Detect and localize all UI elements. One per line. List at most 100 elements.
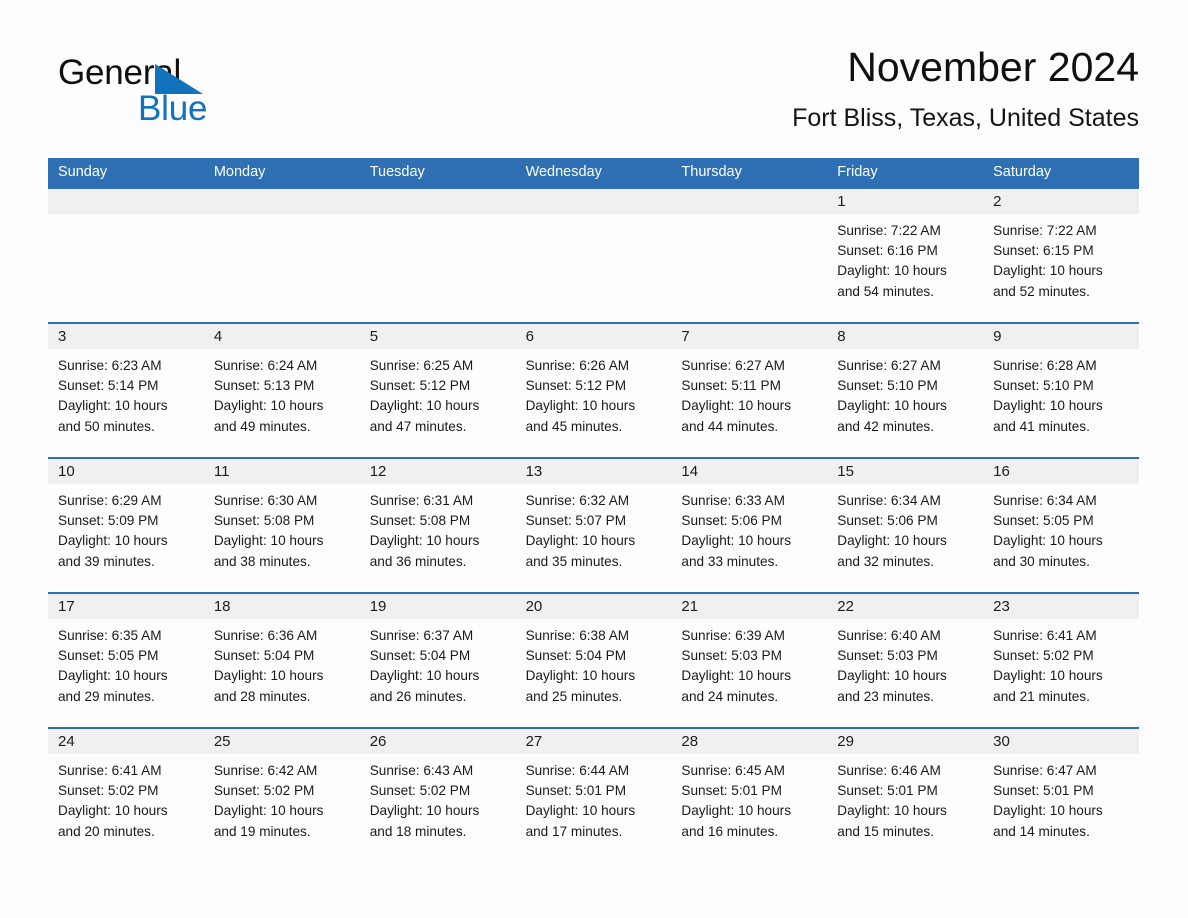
day-number: 13 xyxy=(515,459,672,484)
day-number: 23 xyxy=(983,594,1139,619)
day-number: 3 xyxy=(48,324,204,349)
day-number xyxy=(515,189,672,214)
day-cell[interactable]: 4 Sunrise: 6:24 AM Sunset: 5:13 PM Daylight… xyxy=(203,324,360,457)
sunset-text: Sunset: 5:02 PM xyxy=(213,783,315,799)
daylight-text-line1: Daylight: 10 hours xyxy=(213,803,324,819)
masthead: General Blue November 2024 Fort Bliss, T… xyxy=(48,40,1139,148)
day-cell[interactable]: 12 Sunrise: 6:31 AM Sunset: 5:08 PM Dayligh… xyxy=(359,459,516,592)
sunset-text: Sunset: 5:04 PM xyxy=(213,648,315,664)
daylight-text-line1: Daylight: 10 hours xyxy=(837,533,947,549)
daylight-text-line1: Daylight: 10 hours xyxy=(837,803,947,819)
day-cell[interactable]: 27 Sunrise: 6:44 AM Sunset: 5:01 PM Dayligh… xyxy=(515,729,672,862)
sunrise-text: Sunrise: 6:46 AM xyxy=(837,763,941,778)
daylight-text-line1: Daylight: 10 hours xyxy=(58,398,168,414)
sunrise-text: Sunrise: 6:34 AM xyxy=(837,493,941,508)
day-cell[interactable]: 23 Sunrise: 6:41 AM Sunset: 5:02 PM Dayligh… xyxy=(983,594,1139,727)
day-details: Sunrise: 6:40 AM Sunset: 5:03 PM Daylight:… xyxy=(827,619,983,707)
daylight-text-line2: and 18 minutes. xyxy=(369,823,467,839)
day-cell[interactable] xyxy=(48,189,204,322)
week-row: 3 Sunrise: 6:23 AM Sunset: 5:14 PM Daylight… xyxy=(48,322,1139,457)
day-cell[interactable]: 18 Sunrise: 6:36 AM Sunset: 5:04 PM Dayligh… xyxy=(203,594,360,727)
day-details: Sunrise: 6:45 AM Sunset: 5:01 PM Daylight:… xyxy=(671,754,827,842)
daylight-text-line2: and 16 minutes. xyxy=(681,823,779,839)
day-cell[interactable]: 16 Sunrise: 6:34 AM Sunset: 5:05 PM Dayligh… xyxy=(983,459,1139,592)
weekday-header-wednesday: Wednesday xyxy=(525,164,602,180)
day-cell[interactable]: 13 Sunrise: 6:32 AM Sunset: 5:07 PM Dayligh… xyxy=(515,459,672,592)
day-cell[interactable]: 22 Sunrise: 6:40 AM Sunset: 5:03 PM Dayligh… xyxy=(827,594,984,727)
day-details: Sunrise: 6:25 AM Sunset: 5:12 PM Daylight:… xyxy=(360,349,516,437)
day-cell[interactable] xyxy=(359,189,516,322)
week-row: 10 Sunrise: 6:29 AM Sunset: 5:09 PM Dayligh… xyxy=(48,457,1139,592)
day-cell[interactable]: 21 Sunrise: 6:39 AM Sunset: 5:03 PM Dayligh… xyxy=(671,594,828,727)
day-cell[interactable]: 28 Sunrise: 6:45 AM Sunset: 5:01 PM Dayligh… xyxy=(671,729,828,862)
daylight-text-line2: and 28 minutes. xyxy=(213,688,311,704)
daylight-text-line1: Daylight: 10 hours xyxy=(681,398,791,414)
sunrise-text: Sunrise: 6:25 AM xyxy=(369,358,474,373)
day-details xyxy=(516,214,672,221)
day-cell[interactable]: 29 Sunrise: 6:46 AM Sunset: 5:01 PM Dayligh… xyxy=(827,729,984,862)
sunrise-text: Sunrise: 6:44 AM xyxy=(525,763,630,778)
day-details xyxy=(204,214,360,221)
daylight-text-line2: and 49 minutes. xyxy=(213,418,311,434)
sunrise-text: Sunrise: 6:43 AM xyxy=(369,763,474,778)
daylight-text-line2: and 30 minutes. xyxy=(993,553,1090,569)
day-cell[interactable] xyxy=(515,189,672,322)
day-cell[interactable]: 17 Sunrise: 6:35 AM Sunset: 5:05 PM Dayligh… xyxy=(48,594,204,727)
day-cell[interactable]: 14 Sunrise: 6:33 AM Sunset: 5:06 PM Dayligh… xyxy=(671,459,828,592)
day-details: Sunrise: 6:27 AM Sunset: 5:11 PM Daylight:… xyxy=(671,349,827,437)
sunset-text: Sunset: 5:11 PM xyxy=(681,378,781,394)
page-title: November 2024 xyxy=(847,44,1139,90)
day-number: 8 xyxy=(827,324,984,349)
day-details: Sunrise: 6:35 AM Sunset: 5:05 PM Daylight:… xyxy=(48,619,204,707)
day-cell[interactable]: 8 Sunrise: 6:27 AM Sunset: 5:10 PM Daylight… xyxy=(827,324,984,457)
sunset-text: Sunset: 5:04 PM xyxy=(369,648,471,664)
day-number: 17 xyxy=(48,594,204,619)
day-number: 24 xyxy=(48,729,204,754)
sunset-text: Sunset: 5:01 PM xyxy=(525,783,627,799)
day-cell[interactable] xyxy=(671,189,828,322)
day-cell[interactable]: 11 Sunrise: 6:30 AM Sunset: 5:08 PM Dayligh… xyxy=(203,459,360,592)
day-cell[interactable]: 19 Sunrise: 6:37 AM Sunset: 5:04 PM Dayligh… xyxy=(359,594,516,727)
day-cell[interactable]: 5 Sunrise: 6:25 AM Sunset: 5:12 PM Daylight… xyxy=(359,324,516,457)
day-details: Sunrise: 7:22 AM Sunset: 6:16 PM Daylight:… xyxy=(827,214,983,302)
daylight-text-line2: and 24 minutes. xyxy=(681,688,779,704)
daylight-text-line2: and 54 minutes. xyxy=(837,283,935,299)
daylight-text-line2: and 14 minutes. xyxy=(993,823,1090,839)
day-cell[interactable]: 3 Sunrise: 6:23 AM Sunset: 5:14 PM Daylight… xyxy=(48,324,204,457)
sunrise-text: Sunrise: 6:30 AM xyxy=(213,493,318,508)
day-details: Sunrise: 6:44 AM Sunset: 5:01 PM Daylight:… xyxy=(516,754,672,842)
day-details: Sunrise: 6:31 AM Sunset: 5:08 PM Daylight:… xyxy=(360,484,516,572)
day-cell[interactable]: 9 Sunrise: 6:28 AM Sunset: 5:10 PM Daylight… xyxy=(983,324,1139,457)
day-cell[interactable]: 24 Sunrise: 6:41 AM Sunset: 5:02 PM Dayligh… xyxy=(48,729,204,862)
day-details: Sunrise: 6:28 AM Sunset: 5:10 PM Daylight:… xyxy=(983,349,1139,437)
sunset-text: Sunset: 5:07 PM xyxy=(525,513,627,529)
daylight-text-line1: Daylight: 10 hours xyxy=(369,668,480,684)
sunset-text: Sunset: 5:10 PM xyxy=(837,378,938,394)
sunrise-text: Sunrise: 6:47 AM xyxy=(993,763,1097,778)
sunrise-text: Sunrise: 6:27 AM xyxy=(837,358,941,373)
sunrise-text: Sunrise: 7:22 AM xyxy=(993,223,1097,238)
day-cell[interactable]: 15 Sunrise: 6:34 AM Sunset: 5:06 PM Dayligh… xyxy=(827,459,984,592)
daylight-text-line2: and 15 minutes. xyxy=(837,823,935,839)
day-cell[interactable]: 6 Sunrise: 6:26 AM Sunset: 5:12 PM Daylight… xyxy=(515,324,672,457)
sunrise-text: Sunrise: 6:36 AM xyxy=(213,628,318,643)
day-cell[interactable]: 20 Sunrise: 6:38 AM Sunset: 5:04 PM Dayligh… xyxy=(515,594,672,727)
daylight-text-line1: Daylight: 10 hours xyxy=(837,263,947,279)
sunset-text: Sunset: 5:02 PM xyxy=(58,783,159,799)
day-details: Sunrise: 6:42 AM Sunset: 5:02 PM Daylight:… xyxy=(204,754,360,842)
day-number: 19 xyxy=(359,594,516,619)
day-cell[interactable]: 1 Sunrise: 7:22 AM Sunset: 6:16 PM Daylight… xyxy=(827,189,984,322)
brand-logo[interactable]: General Blue xyxy=(58,54,258,132)
day-cell[interactable]: 2 Sunrise: 7:22 AM Sunset: 6:15 PM Daylight… xyxy=(983,189,1139,322)
daylight-text-line1: Daylight: 10 hours xyxy=(525,668,636,684)
daylight-text-line1: Daylight: 10 hours xyxy=(369,533,480,549)
weekday-header-row: Sunday Monday Tuesday Wednesday Thursday… xyxy=(48,158,1139,187)
day-cell[interactable] xyxy=(203,189,360,322)
day-cell[interactable]: 7 Sunrise: 6:27 AM Sunset: 5:11 PM Daylight… xyxy=(671,324,828,457)
day-cell[interactable]: 10 Sunrise: 6:29 AM Sunset: 5:09 PM Dayligh… xyxy=(48,459,204,592)
sunset-text: Sunset: 5:01 PM xyxy=(837,783,938,799)
day-number: 7 xyxy=(671,324,828,349)
day-cell[interactable]: 26 Sunrise: 6:43 AM Sunset: 5:02 PM Dayligh… xyxy=(359,729,516,862)
day-cell[interactable]: 25 Sunrise: 6:42 AM Sunset: 5:02 PM Dayligh… xyxy=(203,729,360,862)
day-cell[interactable]: 30 Sunrise: 6:47 AM Sunset: 5:01 PM Dayligh… xyxy=(983,729,1139,862)
